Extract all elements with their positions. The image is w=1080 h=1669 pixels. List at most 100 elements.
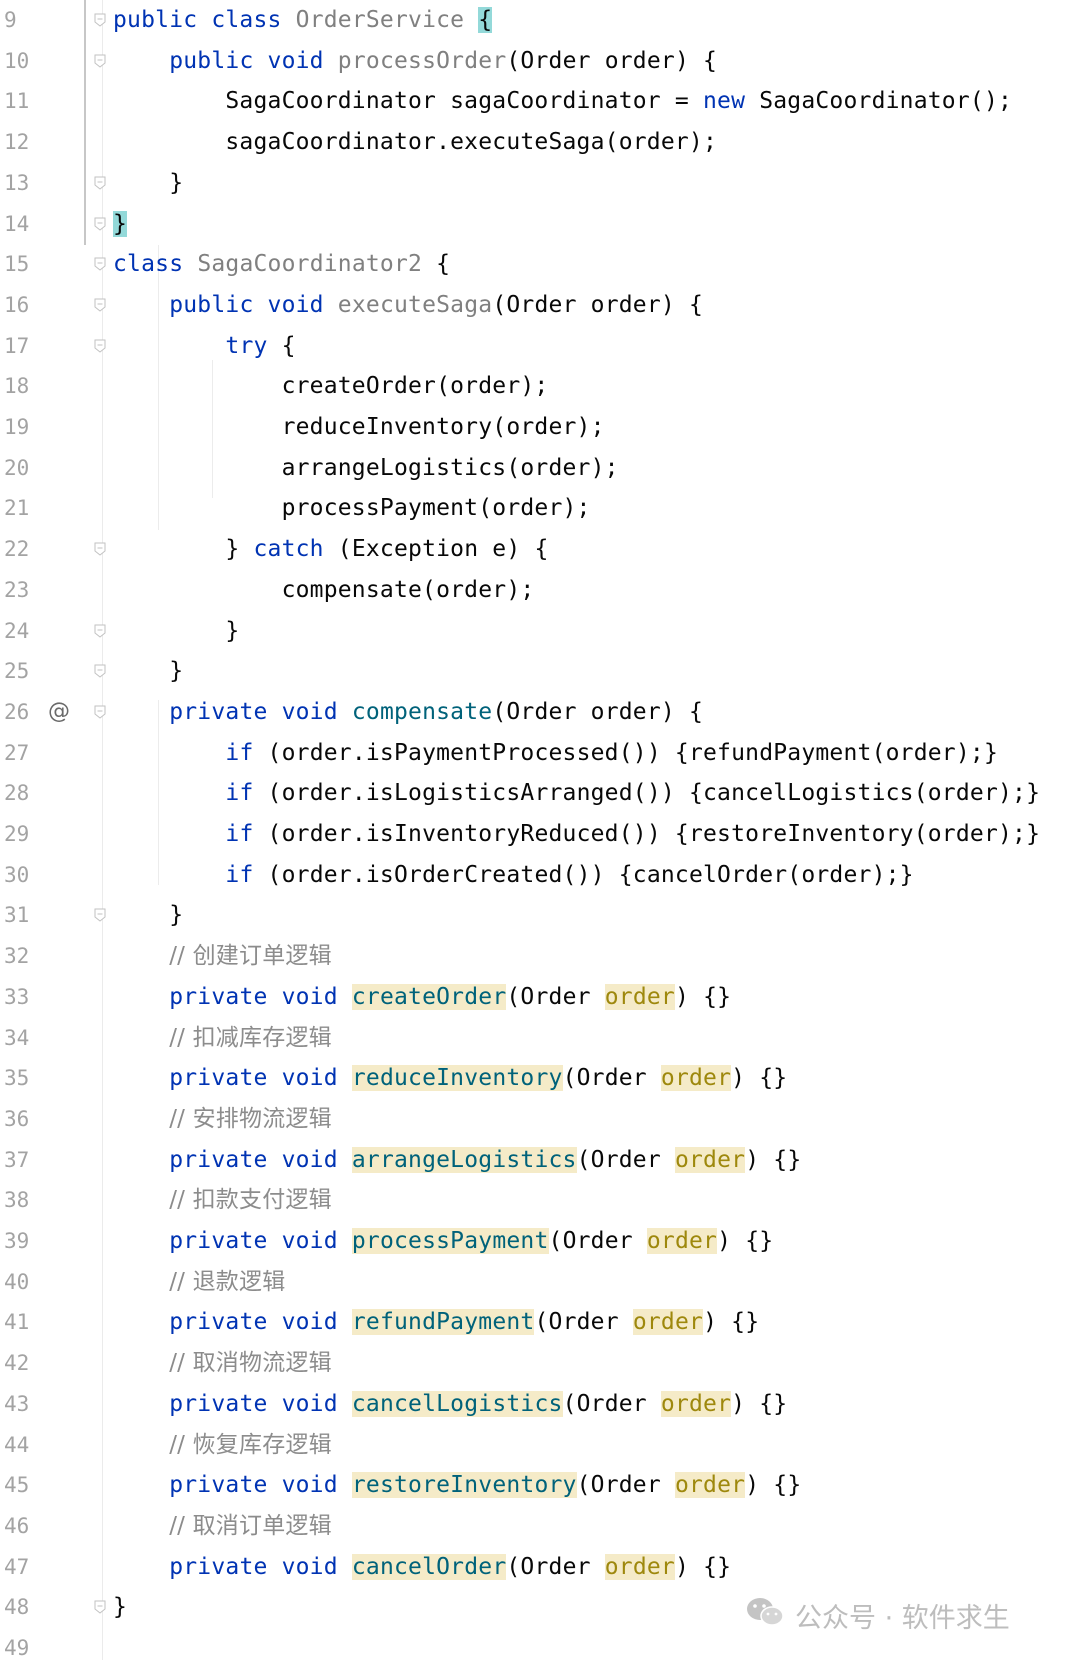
fold-marker-icon[interactable] xyxy=(93,13,107,27)
code-line-35[interactable]: 35 private void reduceInventory(Order or… xyxy=(0,1058,1080,1099)
code-text[interactable]: private void cancelOrder(Order order) {} xyxy=(113,1547,731,1588)
fold-marker-icon[interactable] xyxy=(93,542,107,556)
code-text[interactable]: } xyxy=(113,204,128,245)
fold-marker-icon[interactable] xyxy=(93,217,107,231)
code-text[interactable]: // 取消订单逻辑 xyxy=(113,1506,332,1547)
fold-marker-icon[interactable] xyxy=(93,624,107,638)
code-text[interactable]: if (order.isLogisticsArranged()) {cancel… xyxy=(113,773,1040,814)
code-line-10[interactable]: 10 public void processOrder(Order order)… xyxy=(0,41,1080,82)
code-line-11[interactable]: 11 SagaCoordinator sagaCoordinator = new… xyxy=(0,81,1080,122)
code-text[interactable]: class SagaCoordinator2 { xyxy=(113,244,450,285)
line-number: 9 xyxy=(4,8,17,32)
code-line-39[interactable]: 39 private void processPayment(Order ord… xyxy=(0,1221,1080,1262)
code-text[interactable]: // 扣减库存逻辑 xyxy=(113,1018,332,1059)
code-line-21[interactable]: 21 processPayment(order); xyxy=(0,488,1080,529)
code-line-32[interactable]: 32 // 创建订单逻辑 xyxy=(0,936,1080,977)
code-text[interactable]: } xyxy=(113,1587,127,1628)
line-number: 31 xyxy=(4,903,30,928)
line-number: 39 xyxy=(4,1229,30,1253)
code-line-28[interactable]: 28 if (order.isLogisticsArranged()) {can… xyxy=(0,773,1080,814)
code-line-26[interactable]: 26 private void compensate(Order order) … xyxy=(0,692,1080,733)
code-text[interactable]: arrangeLogistics(order); xyxy=(113,448,619,489)
override-marker-icon[interactable]: @ xyxy=(48,692,70,733)
code-text[interactable]: } xyxy=(113,651,183,692)
code-text[interactable]: private void processPayment(Order order)… xyxy=(113,1221,773,1262)
code-line-43[interactable]: 43 private void cancelLogistics(Order or… xyxy=(0,1384,1080,1425)
code-text[interactable]: // 安排物流逻辑 xyxy=(113,1099,332,1140)
code-text[interactable]: private void cancelLogistics(Order order… xyxy=(113,1384,787,1425)
code-line-25[interactable]: 25 } xyxy=(0,651,1080,692)
code-line-20[interactable]: 20 arrangeLogistics(order); xyxy=(0,448,1080,489)
code-line-33[interactable]: 33 private void createOrder(Order order)… xyxy=(0,977,1080,1018)
code-line-15[interactable]: 15 class SagaCoordinator2 { xyxy=(0,244,1080,285)
code-line-13[interactable]: 13 } xyxy=(0,163,1080,204)
code-line-24[interactable]: 24 } xyxy=(0,611,1080,652)
fold-marker-icon[interactable] xyxy=(93,176,107,190)
code-text[interactable]: // 扣款支付逻辑 xyxy=(113,1180,332,1221)
code-text[interactable]: public void processOrder(Order order) { xyxy=(113,41,717,82)
code-line-40[interactable]: 40 // 退款逻辑 xyxy=(0,1262,1080,1303)
code-text[interactable]: private void arrangeLogistics(Order orde… xyxy=(113,1140,801,1181)
fold-marker-icon[interactable] xyxy=(93,339,107,353)
code-text[interactable]: // 恢复库存逻辑 xyxy=(113,1425,332,1466)
code-line-18[interactable]: 18 createOrder(order); xyxy=(0,366,1080,407)
code-line-38[interactable]: 38 // 扣款支付逻辑 xyxy=(0,1180,1080,1221)
code-line-44[interactable]: 44 // 恢复库存逻辑 xyxy=(0,1425,1080,1466)
code-text[interactable]: private void createOrder(Order order) {} xyxy=(113,977,731,1018)
code-text[interactable]: private void compensate(Order order) { xyxy=(113,692,703,733)
code-text[interactable]: } xyxy=(113,895,183,936)
code-line-30[interactable]: 30 if (order.isOrderCreated()) {cancelOr… xyxy=(0,855,1080,896)
code-text[interactable]: public class OrderService { xyxy=(113,0,493,41)
code-text[interactable]: // 取消物流逻辑 xyxy=(113,1343,332,1384)
code-text[interactable]: private void refundPayment(Order order) … xyxy=(113,1302,759,1343)
code-text[interactable]: sagaCoordinator.executeSaga(order); xyxy=(113,122,717,163)
code-line-12[interactable]: 12 sagaCoordinator.executeSaga(order); xyxy=(0,122,1080,163)
code-text[interactable]: compensate(order); xyxy=(113,570,535,611)
code-line-37[interactable]: 37 private void arrangeLogistics(Order o… xyxy=(0,1140,1080,1181)
code-text[interactable]: } catch (Exception e) { xyxy=(113,529,549,570)
code-text[interactable]: createOrder(order); xyxy=(113,366,549,407)
code-line-47[interactable]: 47 private void cancelOrder(Order order)… xyxy=(0,1547,1080,1588)
code-line-41[interactable]: 41 private void refundPayment(Order orde… xyxy=(0,1302,1080,1343)
code-text[interactable]: // 退款逻辑 xyxy=(113,1262,285,1303)
code-text[interactable]: } xyxy=(113,611,239,652)
code-text[interactable]: // 创建订单逻辑 xyxy=(113,936,332,977)
fold-marker-icon[interactable] xyxy=(93,1600,107,1614)
fold-marker-icon[interactable] xyxy=(93,664,107,678)
fold-marker-icon[interactable] xyxy=(93,298,107,312)
code-line-29[interactable]: 29 if (order.isInventoryReduced()) {rest… xyxy=(0,814,1080,855)
code-editor[interactable]: 9 public class OrderService {10 public vo… xyxy=(0,0,1080,1660)
code-text[interactable]: private void reduceInventory(Order order… xyxy=(113,1058,787,1099)
line-number: 44 xyxy=(4,1432,30,1457)
code-line-34[interactable]: 34 // 扣减库存逻辑 xyxy=(0,1018,1080,1059)
code-line-27[interactable]: 27 if (order.isPaymentProcessed()) {refu… xyxy=(0,733,1080,774)
code-line-36[interactable]: 36 // 安排物流逻辑 xyxy=(0,1099,1080,1140)
code-line-14[interactable]: 14} xyxy=(0,204,1080,245)
code-text[interactable]: reduceInventory(order); xyxy=(113,407,605,448)
fold-marker-icon[interactable] xyxy=(93,257,107,271)
line-number: 19 xyxy=(4,415,30,439)
code-text[interactable]: try { xyxy=(113,326,296,367)
code-line-46[interactable]: 46 // 取消订单逻辑 xyxy=(0,1506,1080,1547)
code-line-31[interactable]: 31 } xyxy=(0,895,1080,936)
code-line-9[interactable]: 9 public class OrderService { xyxy=(0,0,1080,41)
code-line-16[interactable]: 16 public void executeSaga(Order order) … xyxy=(0,285,1080,326)
code-text[interactable]: if (order.isPaymentProcessed()) {refundP… xyxy=(113,733,998,774)
code-text[interactable]: public void executeSaga(Order order) { xyxy=(113,285,703,326)
code-text[interactable]: if (order.isInventoryReduced()) {restore… xyxy=(113,814,1040,855)
code-line-19[interactable]: 19 reduceInventory(order); xyxy=(0,407,1080,448)
fold-marker-icon[interactable] xyxy=(93,54,107,68)
fold-marker-icon[interactable] xyxy=(93,908,107,923)
code-line-17[interactable]: 17 try { xyxy=(0,326,1080,367)
fold-marker-icon[interactable] xyxy=(93,705,107,719)
code-text[interactable]: } xyxy=(113,163,183,204)
code-line-23[interactable]: 23 compensate(order); xyxy=(0,570,1080,611)
line-number: 23 xyxy=(4,577,30,602)
code-line-42[interactable]: 42 // 取消物流逻辑 xyxy=(0,1343,1080,1384)
code-text[interactable]: processPayment(order); xyxy=(113,488,591,529)
code-text[interactable]: SagaCoordinator sagaCoordinator = new Sa… xyxy=(113,81,1012,122)
code-line-22[interactable]: 22 } catch (Exception e) { xyxy=(0,529,1080,570)
code-text[interactable]: if (order.isOrderCreated()) {cancelOrder… xyxy=(113,855,914,896)
code-line-45[interactable]: 45 private void restoreInventory(Order o… xyxy=(0,1465,1080,1506)
code-text[interactable]: private void restoreInventory(Order orde… xyxy=(113,1465,801,1506)
